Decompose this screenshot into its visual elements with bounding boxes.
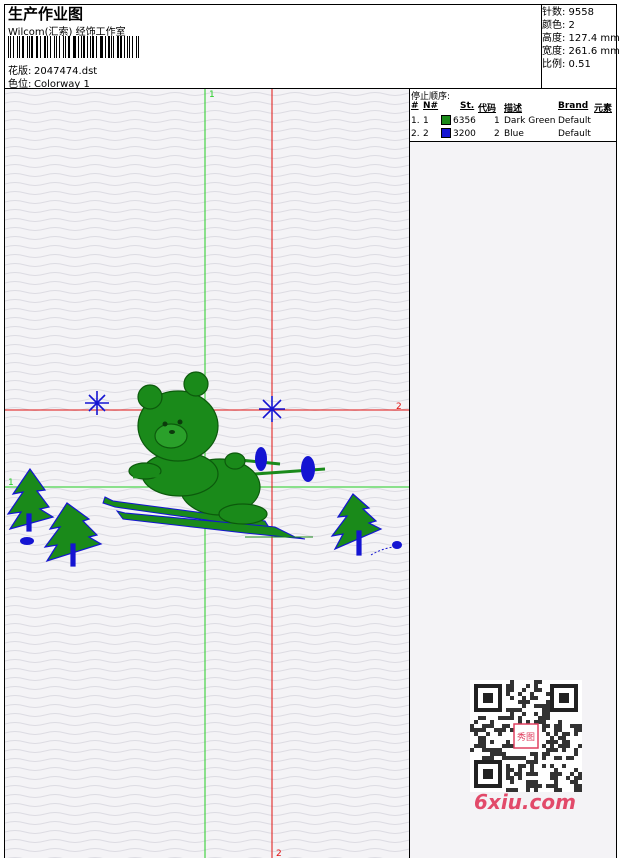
col-header-n: N# [423,101,439,111]
row2-color-swatch [441,128,451,138]
stitch-count: 针数: 9558 [542,7,594,18]
pole-basket-upper-icon [255,447,267,471]
row2-num: 2. [411,129,420,139]
row1-num: 1. [411,116,420,126]
green-guide-left-label: 1 [8,478,14,488]
design-width: 宽度: 261.6 mm [542,46,620,57]
col-header-st: St. [460,101,475,111]
row1-code: 1 [494,116,500,126]
red-guide-bottom-label: 2 [276,849,282,858]
row1-n: 1 [423,116,429,126]
row1-brand: Default [558,116,591,126]
col-header-element: 元素 [594,104,613,114]
row2-st: 3200 [453,129,476,139]
barcode [8,36,141,58]
row1-st: 6356 [453,116,476,126]
qr-stamp-text: 秀图 [517,731,535,743]
green-guide-top-label: 1 [209,90,215,100]
col-header-brand: Brand [558,101,589,111]
row2-n: 2 [423,129,429,139]
color-count: 颜色: 2 [542,20,575,31]
stop-sequence-table: 停止顺序: # N# St. 代码 描述 Brand 元素 1. 1 6356 … [410,89,616,141]
bear-arm-icon [132,473,176,479]
row1-desc: Dark Green [504,116,556,126]
design-canvas: 1 1 2 2 [5,89,409,858]
col-header-code: 代码 [478,104,497,114]
qr-code-watermark: 秀图 [470,680,582,792]
site-logo: 6xiu.com [474,790,576,814]
embroidery-preview: 1 1 2 2 [5,89,409,858]
snow-blob-right-icon [392,541,402,549]
row2-desc: Blue [504,129,524,139]
row2-brand: Default [558,129,591,139]
row1-color-swatch [441,115,451,125]
row2-code: 2 [494,129,500,139]
design-scale: 比例: 0.51 [542,59,591,70]
col-header-num: # [411,101,419,111]
worksheet-title: 生产作业图 [8,5,84,23]
pole-basket-lower-icon [301,456,315,482]
snow-blob-left-icon [20,537,34,545]
col-header-desc: 描述 [504,104,523,114]
red-guide-right-label: 2 [396,402,402,412]
design-height: 高度: 127.4 mm [542,33,620,44]
table-bottom-divider [409,141,617,142]
design-stats: 针数: 9558 颜色: 2 高度: 127.4 mm 宽度: 261.6 mm… [542,6,620,71]
